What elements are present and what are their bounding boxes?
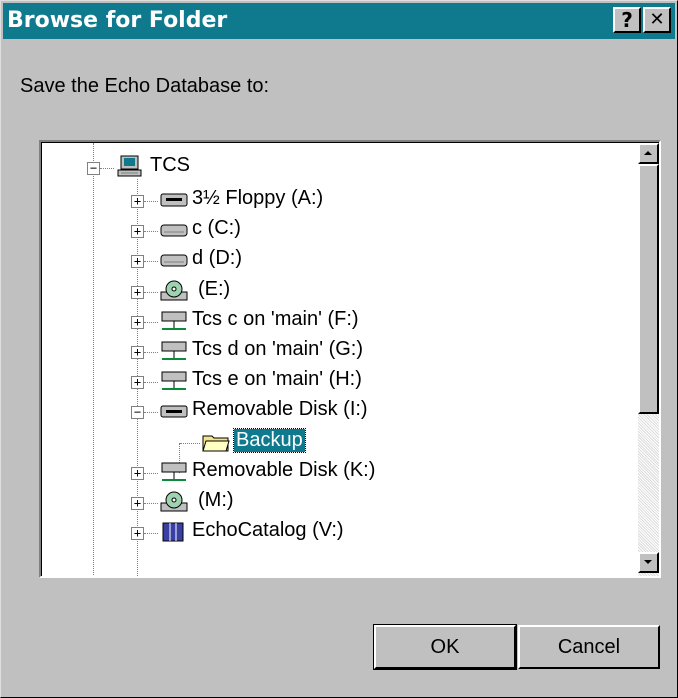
tree-line	[100, 168, 114, 170]
arrow-down-icon	[644, 560, 652, 564]
computer-icon	[117, 155, 142, 177]
expand-icon[interactable]: +	[131, 466, 144, 480]
scroll-up-button[interactable]	[638, 143, 659, 164]
expand-icon[interactable]: +	[131, 285, 144, 299]
tree-line	[144, 291, 158, 294]
expand-icon[interactable]: +	[131, 527, 144, 541]
ok-button[interactable]: OK	[373, 624, 517, 670]
prompt-label: Save the Echo Database to:	[20, 75, 270, 97]
tree-node-item[interactable]: + Tcs c on 'main' (F:)	[42, 307, 622, 337]
tree-node-item[interactable]: + EchoCatalog (V:)	[42, 518, 622, 548]
tree-node-label: Removable Disk (K:)	[192, 458, 376, 481]
tree-line	[144, 382, 158, 384]
tree-node-item[interactable]: + Removable Disk (K:)	[42, 458, 622, 488]
tree-node-item[interactable]: + d (D:)	[42, 246, 622, 276]
scroll-down-button[interactable]	[638, 552, 659, 573]
expand-icon[interactable]: +	[131, 255, 144, 269]
tree-node-label: Tcs e on 'main' (H:)	[192, 368, 362, 391]
tree-node-item[interactable]: Backup	[42, 427, 622, 458]
hard-drive-icon	[160, 224, 188, 237]
vertical-scrollbar[interactable]	[638, 143, 659, 576]
expand-icon[interactable]: +	[131, 225, 144, 239]
collapse-icon[interactable]: −	[131, 406, 144, 420]
arrow-up-icon	[644, 151, 652, 155]
tree-node-item[interactable]: + Tcs d on 'main' (G:)	[42, 337, 622, 367]
tree-node-root[interactable]: − TCS	[42, 153, 622, 183]
tree-node-item[interactable]: + (M:)	[42, 488, 622, 518]
expand-icon[interactable]: +	[131, 346, 144, 359]
tree-node-label: Backup	[233, 427, 306, 453]
tree-node-label: 3½ Floppy (A:)	[192, 187, 324, 209]
tree-node-label: Tcs d on 'main' (G:)	[192, 338, 364, 360]
network-drive-icon	[161, 311, 187, 330]
tree-line	[144, 472, 158, 475]
open-folder-icon	[202, 435, 230, 452]
scroll-thumb[interactable]	[638, 164, 659, 414]
cd-drive-icon	[160, 280, 188, 301]
tree-node-item[interactable]: + Tcs e on 'main' (H:)	[42, 367, 622, 397]
folder-tree[interactable]: − TCS +3½ Floppy (A:) + c (C:) + d (D:) + (E:)…	[39, 140, 661, 578]
tree-line	[144, 231, 158, 233]
removable-drive-icon	[160, 405, 188, 418]
tree-line	[144, 261, 158, 263]
tree-line	[180, 442, 200, 445]
book-drive-icon	[162, 522, 184, 542]
expand-icon[interactable]: +	[131, 376, 144, 390]
tree-node-label: Tcs c on 'main' (F:)	[192, 307, 359, 330]
tree-node-label: EchoCatalog (V:)	[192, 519, 344, 542]
collapse-icon[interactable]: −	[87, 162, 100, 175]
tree-node-label: d (D:)	[192, 247, 242, 270]
tree-line	[144, 503, 158, 505]
close-button[interactable]: ✕	[643, 7, 671, 33]
tree-node-item[interactable]: +3½ Floppy (A:)	[42, 186, 622, 216]
expand-icon[interactable]: +	[131, 195, 144, 208]
title-bar[interactable]: Browse for Folder ? ✕	[3, 3, 675, 39]
tree-node-label: c (C:)	[192, 217, 241, 240]
floppy-drive-icon	[160, 193, 188, 207]
network-drive-icon	[161, 341, 187, 360]
tree-node-label: TCS	[150, 154, 190, 176]
cd-drive-icon	[160, 491, 188, 512]
tree-node-item[interactable]: − Removable Disk (I:)	[42, 397, 622, 427]
tree-line	[144, 201, 158, 203]
tree-node-item[interactable]: + c (C:)	[42, 216, 622, 246]
window-title: Browse for Folder	[7, 8, 228, 33]
browse-for-folder-dialog: Browse for Folder ? ✕ Save the Echo Data…	[0, 0, 678, 698]
tree-line	[144, 321, 158, 324]
tree-line	[144, 412, 158, 414]
help-button[interactable]: ?	[613, 7, 641, 33]
expand-icon[interactable]: +	[131, 315, 144, 329]
tree-node-label: (M:)	[198, 489, 234, 511]
network-drive-icon	[161, 462, 187, 481]
tree-node-label: (E:)	[198, 277, 231, 300]
tree-node-item[interactable]: + (E:)	[42, 277, 622, 307]
cancel-button[interactable]: Cancel	[518, 625, 660, 669]
hard-drive-icon	[160, 254, 188, 267]
expand-icon[interactable]: +	[131, 497, 144, 510]
tree-node-label: Removable Disk (I:)	[192, 398, 368, 421]
network-drive-icon	[161, 371, 187, 391]
tree-line	[144, 352, 158, 354]
tree-line	[144, 533, 158, 535]
